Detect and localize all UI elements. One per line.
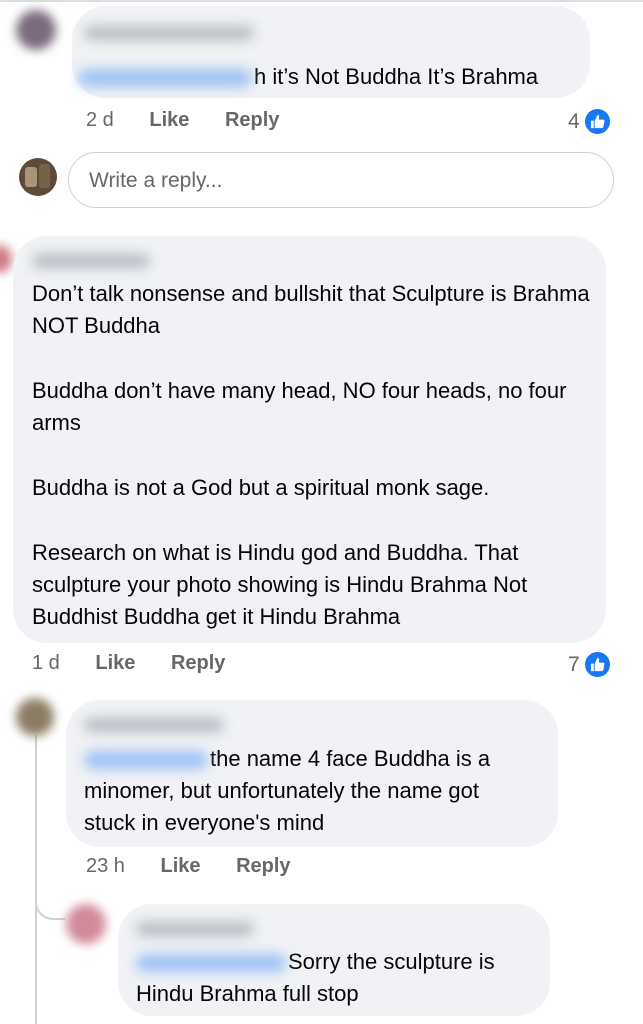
- comment-meta: 23 h Like Reply: [86, 855, 321, 878]
- commenter-avatar[interactable]: [0, 245, 12, 273]
- mentioned-user-link[interactable]: [84, 751, 208, 770]
- reaction-count[interactable]: 7: [568, 650, 612, 679]
- comment-paragraph: Buddha is not a God but a spiritual monk…: [32, 475, 490, 500]
- top-divider: [0, 0, 643, 2]
- commenter-avatar[interactable]: [16, 10, 56, 50]
- comment-author-name[interactable]: [84, 26, 254, 40]
- mentioned-user-link[interactable]: [136, 954, 286, 973]
- comment-paragraph: Research on what is Hindu god and Buddha…: [32, 540, 528, 629]
- comment-text: the name 4 face Buddha is a minomer, but…: [84, 746, 491, 835]
- reply-button[interactable]: Reply: [225, 109, 279, 131]
- comment-paragraph: Buddha don’t have many head, NO four hea…: [32, 378, 567, 435]
- reply-button[interactable]: Reply: [171, 652, 225, 674]
- like-reaction-icon: [582, 107, 612, 136]
- comment-timestamp[interactable]: 1 d: [32, 652, 60, 674]
- comment-paragraph: Don’t talk nonsense and bullshit that Sc…: [32, 281, 590, 338]
- reply-input[interactable]: [87, 153, 591, 208]
- comment-author-name[interactable]: [136, 922, 254, 936]
- comment-meta: 1 d Like Reply: [32, 652, 255, 675]
- current-user-avatar[interactable]: [19, 158, 57, 196]
- reaction-count[interactable]: 4: [568, 107, 612, 136]
- mentioned-user-link[interactable]: [78, 69, 252, 88]
- thread-connector-curve: [35, 890, 65, 920]
- comment-author-name[interactable]: [32, 254, 150, 268]
- comment-text: Don’t talk nonsense and bullshit that Sc…: [32, 278, 592, 633]
- comment-timestamp[interactable]: 23 h: [86, 855, 125, 877]
- comment-text: Sorry the sculpture is Hindu Brahma full…: [136, 949, 495, 1006]
- like-reaction-icon: [582, 650, 612, 679]
- thread-connector-line: [35, 735, 37, 1024]
- like-button[interactable]: Like: [95, 652, 135, 674]
- like-button[interactable]: Like: [161, 855, 201, 877]
- reply-input-container[interactable]: [68, 152, 614, 208]
- reply-button[interactable]: Reply: [236, 855, 290, 877]
- like-button[interactable]: Like: [149, 109, 189, 131]
- comment-timestamp[interactable]: 2 d: [86, 109, 114, 131]
- commenter-avatar[interactable]: [16, 698, 54, 736]
- comment-author-name[interactable]: [84, 718, 224, 732]
- comment-meta: 2 d Like Reply: [86, 109, 309, 132]
- commenter-avatar[interactable]: [66, 904, 106, 944]
- comment-text: h it’s Not Buddha It’s Brahma: [78, 61, 538, 93]
